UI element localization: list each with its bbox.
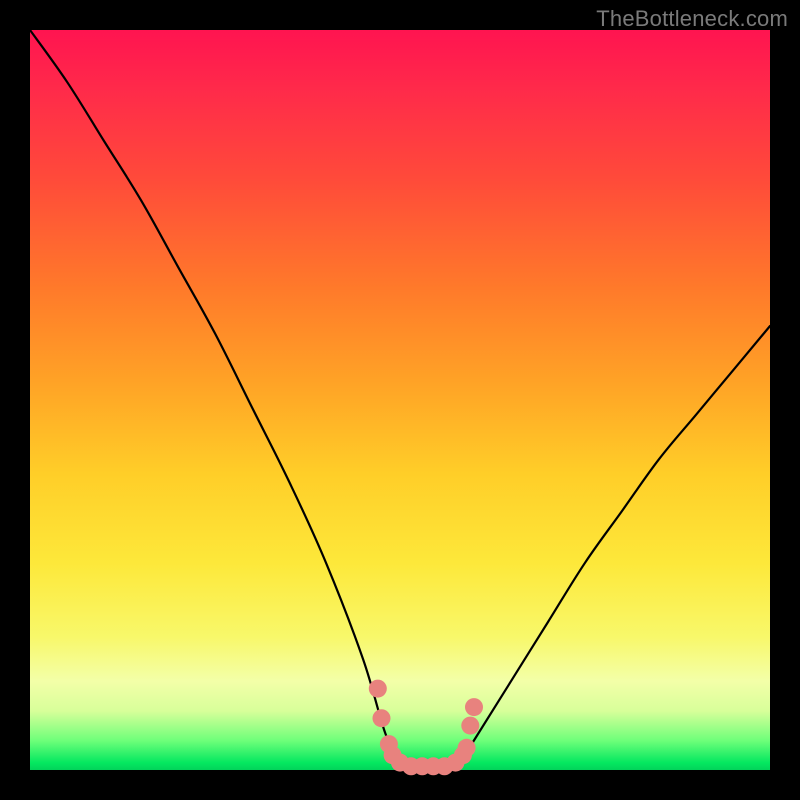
chart-frame: TheBottleneck.com — [0, 0, 800, 800]
chart-svg — [30, 30, 770, 770]
curve-markers — [369, 680, 483, 776]
curve-marker — [461, 717, 479, 735]
curve-marker — [458, 739, 476, 757]
curve-marker — [465, 698, 483, 716]
curve-marker — [373, 709, 391, 727]
watermark-text: TheBottleneck.com — [596, 6, 788, 32]
curve-marker — [369, 680, 387, 698]
plot-area — [30, 30, 770, 770]
bottleneck-curve — [30, 30, 770, 771]
